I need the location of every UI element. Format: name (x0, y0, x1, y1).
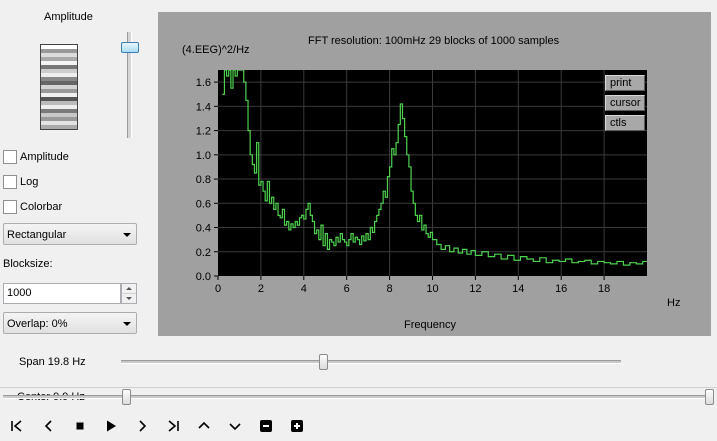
log-checkbox-label: Log (20, 176, 39, 188)
amplitude-slider-thumb[interactable] (121, 41, 139, 53)
x-tick-label: 18 (598, 283, 610, 295)
x-tick-label: 14 (512, 283, 524, 295)
colorbar-checkbox-label: Colorbar (20, 201, 63, 213)
colorbar-checkbox[interactable] (3, 200, 17, 214)
skip-first-icon (11, 420, 22, 432)
y-axis-label: (4.EEG)^2/Hz (182, 44, 250, 56)
stop-button[interactable] (71, 417, 89, 435)
center-slider-track[interactable] (3, 395, 711, 399)
play-icon (107, 420, 116, 432)
ctls-button[interactable]: ctls (605, 115, 645, 131)
chevron-up-icon (198, 421, 210, 429)
amplitude-checkbox-label: Amplitude (20, 151, 69, 163)
blocksize-label: Blocksize: (3, 258, 53, 270)
spectrum-plot-panel: 0.0 0.2 0.4 0.6 0.8 1.0 1.2 1.4 1.6 0 2 4 6 8 10 12 14 16… (158, 12, 711, 336)
x-axis-unit: Hz (667, 297, 680, 309)
play-button[interactable] (102, 417, 120, 435)
divider (0, 387, 717, 388)
skip-last-icon (168, 420, 179, 432)
amplitude-title: Amplitude (44, 11, 93, 23)
spectrum-chart: 0.0 0.2 0.4 0.6 0.8 1.0 1.2 1.4 1.6 0 2 4 6 8 10 12 14 16… (182, 35, 680, 331)
y-tick-label: 1.4 (196, 101, 211, 113)
overlap-select[interactable]: Overlap: 0% (3, 312, 137, 334)
plus-button[interactable] (288, 417, 306, 435)
window-type-select[interactable]: Rectangular (3, 223, 137, 245)
down-button[interactable] (226, 417, 244, 435)
x-tick-label: 2 (258, 283, 264, 295)
last-button[interactable] (164, 417, 182, 435)
span-label: Span 19.8 Hz (19, 356, 86, 368)
chevron-down-icon (123, 233, 131, 237)
x-tick-label: 6 (344, 283, 350, 295)
x-tick-label: 8 (387, 283, 393, 295)
spin-down-button[interactable] (122, 294, 136, 303)
y-tick-label: 0.0 (196, 271, 211, 283)
arrow-up-icon (126, 287, 132, 290)
stop-icon (76, 422, 84, 430)
amplitude-colormap-preview (40, 44, 78, 130)
chevron-left-icon (44, 420, 52, 432)
previous-button[interactable] (40, 417, 58, 435)
blocksize-input[interactable]: 1000 (3, 283, 121, 304)
next-button[interactable] (133, 417, 151, 435)
minus-button[interactable] (257, 417, 275, 435)
y-tick-label: 1.2 (196, 126, 211, 138)
window-type-value: Rectangular (7, 229, 67, 241)
x-tick-label: 4 (301, 283, 307, 295)
y-tick-label: 1.6 (196, 77, 211, 89)
overlap-value: Overlap: 0% (7, 318, 68, 330)
y-tick-label: 0.2 (196, 247, 211, 259)
span-slider-track[interactable] (121, 360, 621, 364)
amplitude-checkbox[interactable] (3, 150, 17, 164)
y-tick-label: 0.8 (196, 174, 211, 186)
x-tick-label: 12 (469, 283, 481, 295)
x-tick-label: 0 (215, 283, 221, 295)
up-button[interactable] (195, 417, 213, 435)
plus-box-icon (291, 420, 303, 432)
chevron-down-icon (123, 322, 131, 326)
x-tick-label: 10 (426, 283, 438, 295)
x-axis-label: Frequency (404, 319, 456, 331)
chart-info: FFT resolution: 100mHz 29 blocks of 1000… (308, 35, 560, 47)
chevron-right-icon (139, 420, 147, 432)
span-slider-thumb[interactable] (319, 354, 328, 370)
colormap-band (41, 125, 77, 129)
center-slider-end[interactable] (705, 389, 714, 405)
arrow-down-icon (126, 297, 132, 300)
print-button[interactable]: print (605, 75, 645, 91)
spin-up-button[interactable] (122, 284, 136, 294)
center-slider-thumb[interactable] (122, 389, 131, 405)
blocksize-spinner[interactable] (121, 283, 137, 304)
log-checkbox[interactable] (3, 175, 17, 189)
first-button[interactable] (8, 417, 26, 435)
y-tick-label: 1.0 (196, 150, 211, 162)
y-tick-label: 0.6 (196, 198, 211, 210)
minus-box-icon (260, 420, 272, 432)
x-tick-label: 16 (555, 283, 567, 295)
chevron-down-icon (229, 423, 241, 431)
cursor-button[interactable]: cursor (605, 95, 645, 111)
y-tick-label: 0.4 (196, 223, 211, 235)
